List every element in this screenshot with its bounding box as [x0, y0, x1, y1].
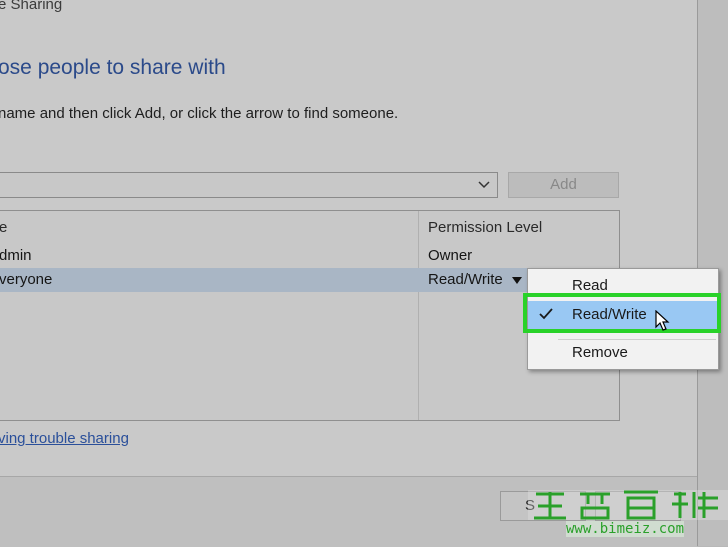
permission-menu: Read Read/Write Remove: [527, 268, 719, 370]
dialog-title: e Sharing: [0, 0, 63, 13]
list-row-admin[interactable]: dmin Owner: [0, 244, 619, 268]
column-header-permission[interactable]: Permission Level: [428, 219, 542, 236]
menu-item-label: Remove: [572, 344, 628, 361]
trouble-sharing-link[interactable]: ving trouble sharing: [0, 430, 129, 447]
column-divider[interactable]: [418, 211, 419, 420]
mouse-cursor-icon: [655, 310, 670, 331]
row-permission: Owner: [428, 247, 473, 264]
row-name: veryone: [0, 271, 53, 288]
row-permission-dropdown[interactable]: Read/Write: [428, 271, 503, 288]
dialog-footer: S: [0, 476, 697, 547]
menu-item-read[interactable]: Read: [528, 272, 718, 300]
share-button[interactable]: S: [500, 491, 586, 521]
menu-item-label: Read/Write: [572, 306, 647, 323]
column-header-name[interactable]: e: [0, 219, 7, 236]
row-name: dmin: [0, 247, 32, 264]
menu-item-read-write[interactable]: Read/Write: [528, 301, 718, 329]
checkmark-icon: [539, 308, 553, 320]
name-input-combobox[interactable]: [0, 172, 498, 198]
add-button[interactable]: Add: [508, 172, 619, 198]
chevron-down-icon[interactable]: [477, 176, 491, 192]
dropdown-triangle-icon[interactable]: [512, 277, 522, 284]
menu-item-remove[interactable]: Remove: [528, 339, 718, 367]
dialog-heading: ose people to share with: [0, 56, 226, 79]
dialog-instructions: name and then click Add, or click the ar…: [0, 105, 399, 122]
cancel-button[interactable]: [595, 491, 681, 521]
menu-item-label: Read: [572, 277, 608, 294]
